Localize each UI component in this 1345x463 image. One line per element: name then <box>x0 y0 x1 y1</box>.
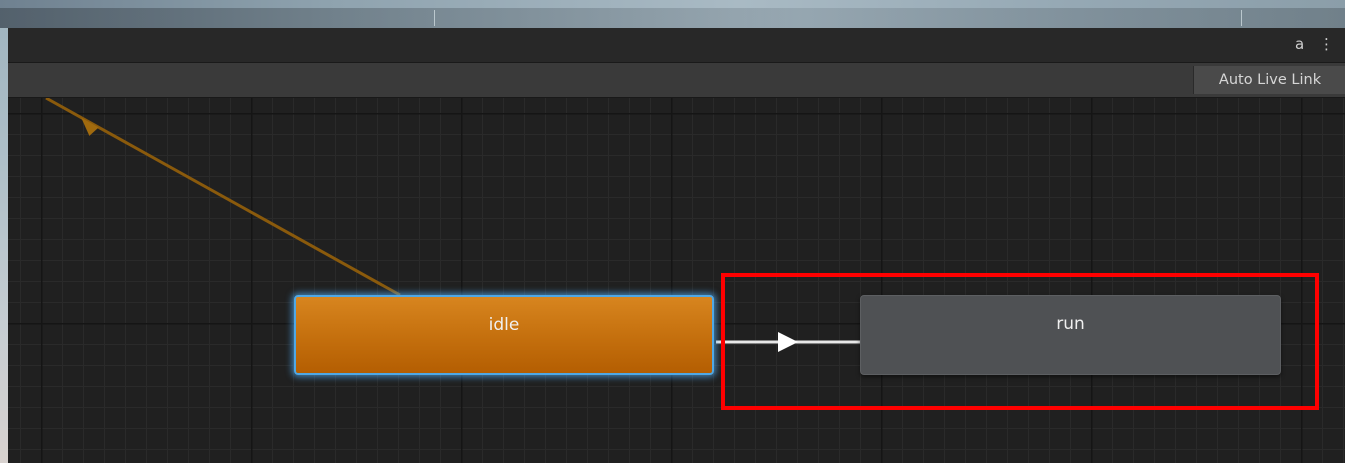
animator-title-bar: a ⋮ <box>8 28 1345 63</box>
state-machine-graph[interactable]: idle run <box>8 98 1345 463</box>
background-window-bar <box>0 8 1345 28</box>
background-window-strip <box>0 0 1345 28</box>
transition-layer <box>45 98 860 352</box>
state-node-run[interactable]: run <box>860 295 1281 375</box>
transition-arrow-icon <box>778 332 798 352</box>
auto-live-link-button[interactable]: Auto Live Link <box>1193 66 1345 94</box>
state-label: idle <box>488 315 520 335</box>
state-node-idle[interactable]: idle <box>294 295 714 375</box>
animator-window: a ⋮ Auto Live Link idle run <box>8 28 1345 463</box>
background-separator <box>434 10 435 26</box>
lock-icon[interactable]: a <box>1295 35 1304 53</box>
state-label: run <box>1056 314 1085 334</box>
entry-transition-line[interactable] <box>45 98 401 297</box>
background-separator <box>1241 10 1242 26</box>
graph-toolbar: Auto Live Link <box>8 63 1345 98</box>
kebab-menu-icon[interactable]: ⋮ <box>1319 35 1334 53</box>
